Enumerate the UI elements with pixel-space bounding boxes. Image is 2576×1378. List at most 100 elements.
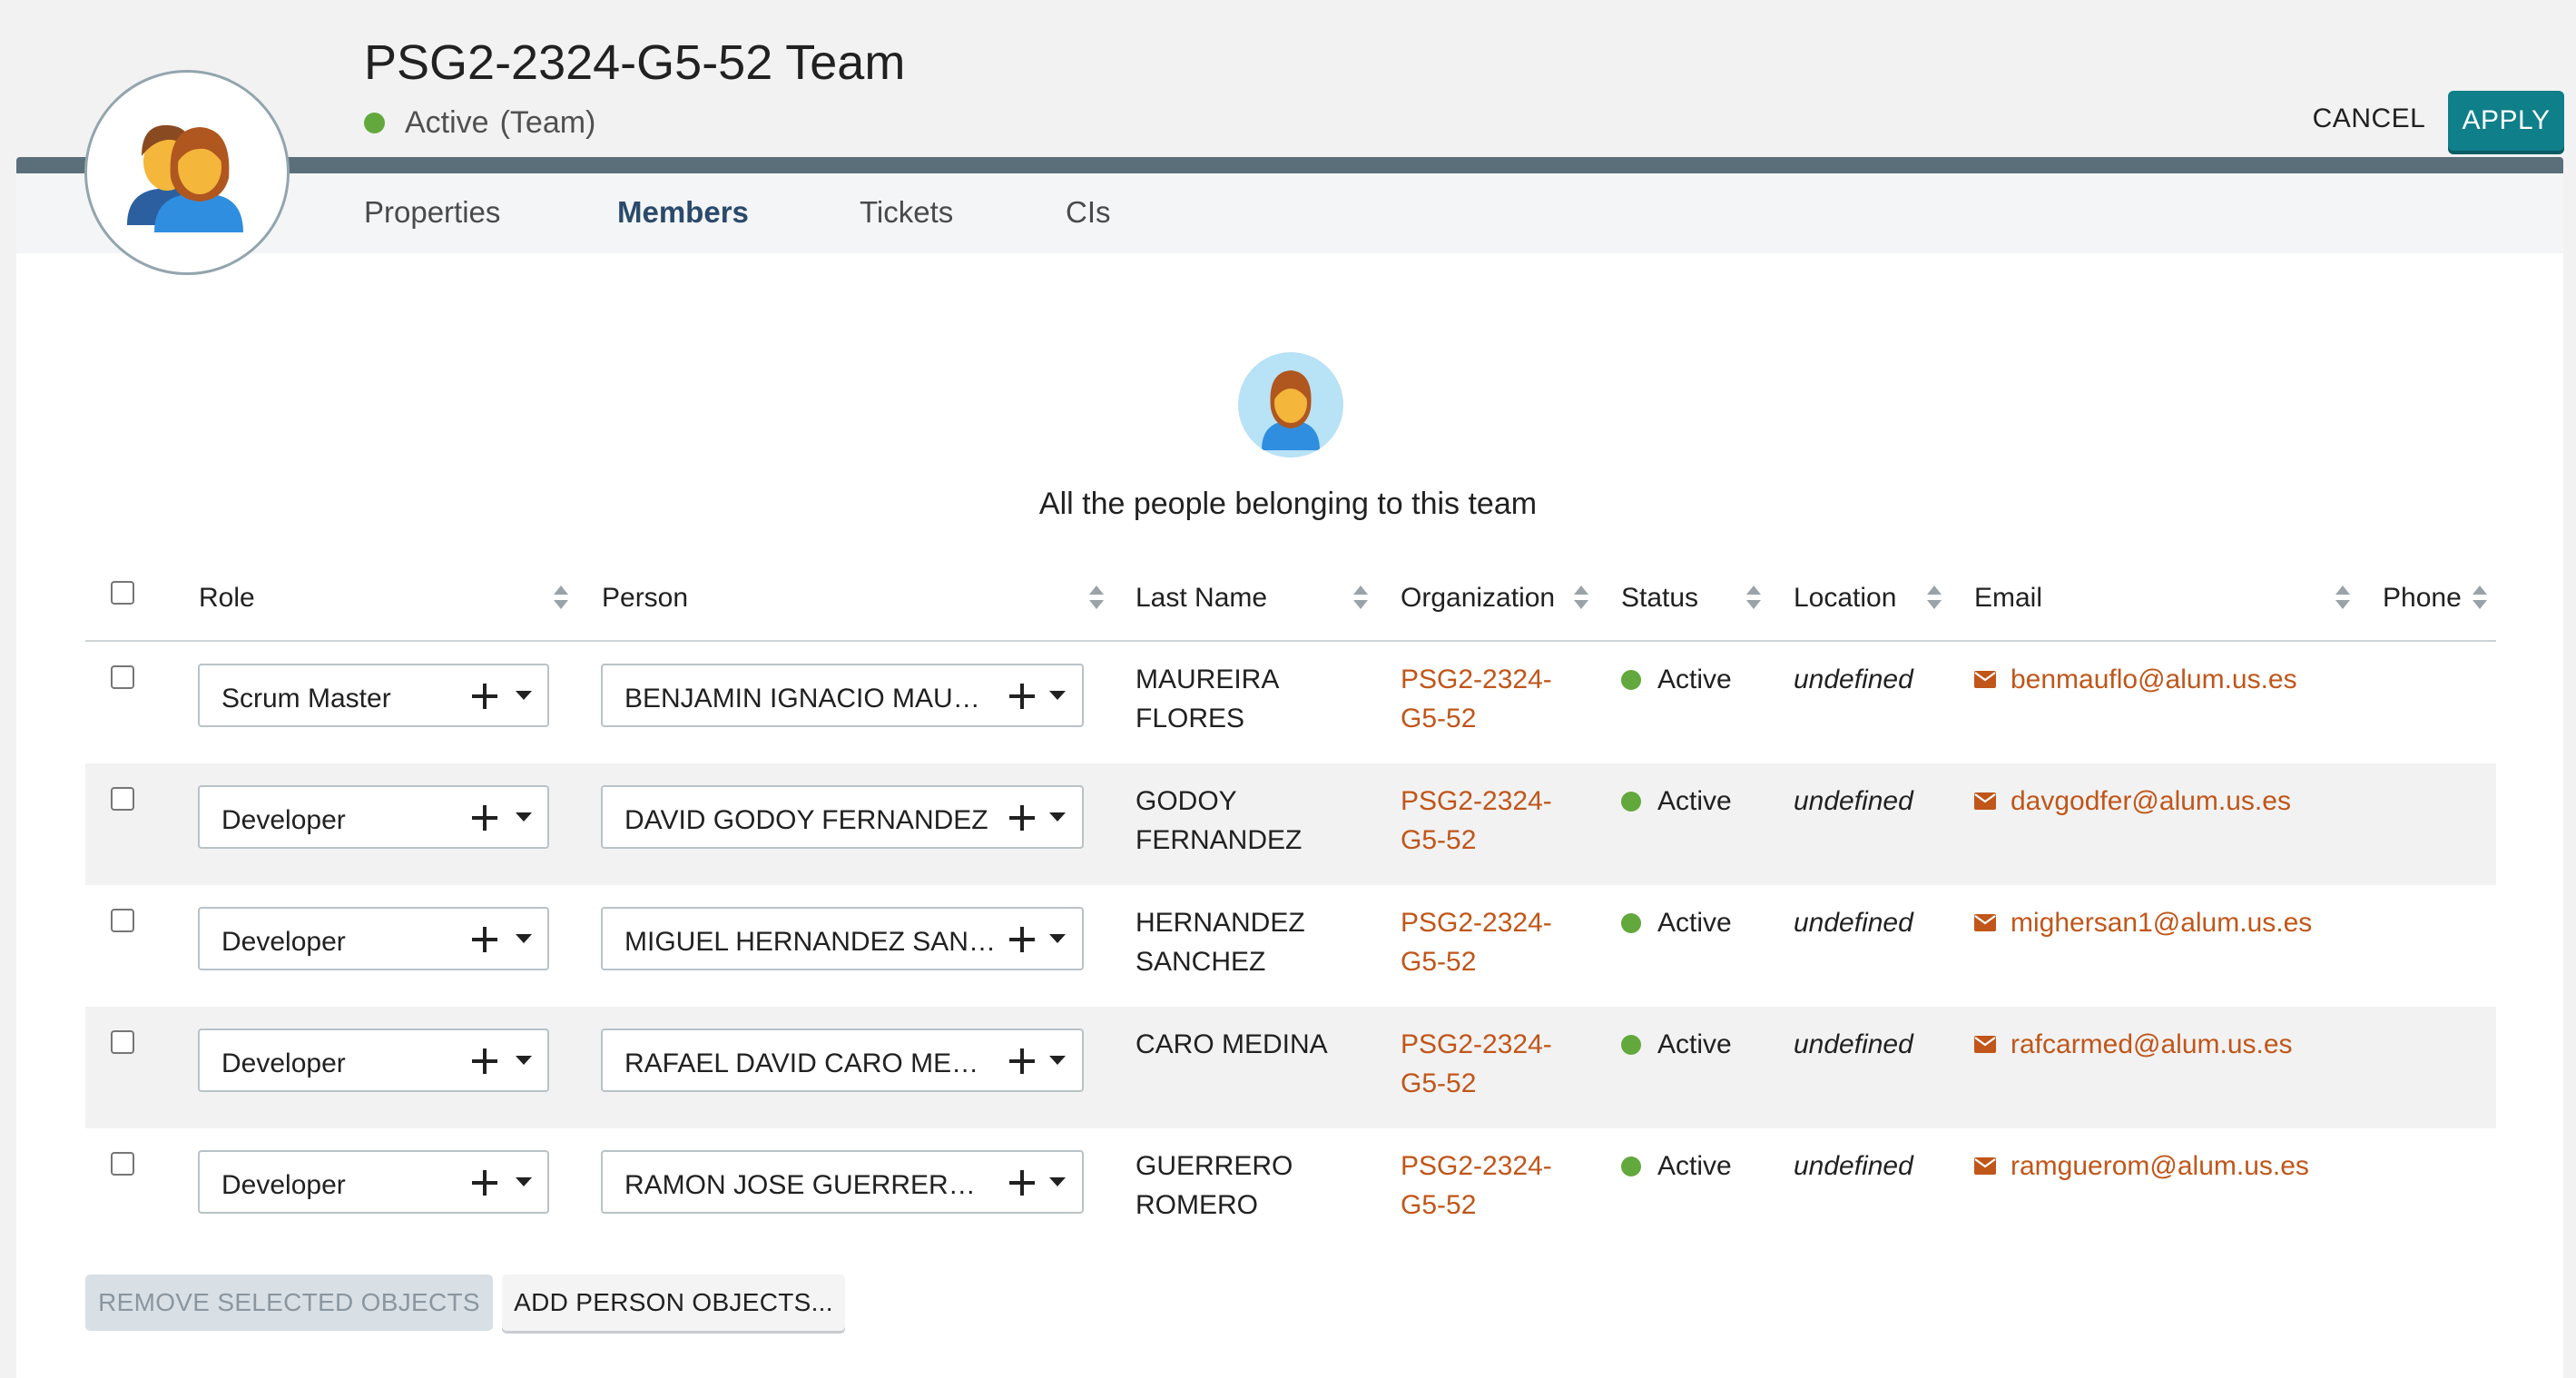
status-cell: Active [1621,782,1732,821]
row-checkbox[interactable] [111,1030,134,1054]
person-select[interactable]: RAMON JOSE GUERRERO RO… [601,1150,1084,1214]
last-name-cell: HERNANDEZ SANCHEZ [1136,908,1305,977]
tab-properties[interactable]: Properties [364,195,500,230]
column-header-person[interactable]: Person [602,583,688,614]
row-checkbox[interactable] [111,665,134,689]
tab-cis[interactable]: CIs [1066,195,1111,230]
page-title: PSG2-2324-G5-52 Team [364,35,906,90]
sort-icon[interactable] [2473,586,2487,609]
email-link[interactable]: mighersan1@alum.us.es [1974,903,2312,942]
location-cell: undefined [1794,1029,1913,1059]
column-header-organization[interactable]: Organization [1401,583,1555,614]
organization-link[interactable]: PSG2-2324- G5-52 [1401,903,1552,981]
role-dropdown-caret-icon[interactable] [516,691,532,700]
last-name-cell: GODOY FERNANDEZ [1136,786,1303,855]
add-role-plus-icon[interactable] [472,1048,497,1074]
apply-button[interactable]: APPLY [2448,91,2564,151]
status-dot-icon [1621,1034,1641,1055]
status-dot-icon [1621,912,1641,933]
email-link[interactable]: rafcarmed@alum.us.es [1974,1025,2293,1064]
person-value: RAFAEL DAVID CARO MEDINA [624,1048,997,1078]
person-select[interactable]: DAVID GODOY FERNANDEZ [601,785,1084,849]
table-row: Developer RAMON JOSE GUERRERO RO… GUERRE… [85,1128,2496,1250]
team-status: Active (Team) [364,105,595,141]
person-dropdown-caret-icon[interactable] [1049,934,1066,943]
sort-icon[interactable] [1089,586,1104,609]
role-select[interactable]: Developer [198,1029,549,1092]
table-row: Developer DAVID GODOY FERNANDEZ GODOY FER… [85,763,2496,885]
add-person-plus-icon[interactable] [1009,927,1035,952]
select-all-checkbox[interactable] [111,581,134,605]
person-select[interactable]: RAFAEL DAVID CARO MEDINA [601,1029,1084,1092]
add-person-plus-icon[interactable] [1009,805,1035,831]
add-person-objects-button[interactable]: ADD PERSON OBJECTS... [502,1275,845,1331]
column-header-location[interactable]: Location [1794,583,1896,614]
last-name-cell: MAUREIRA FLORES [1136,664,1280,733]
envelope-icon [1974,792,1996,810]
person-dropdown-caret-icon[interactable] [1049,812,1066,822]
last-name-cell: CARO MEDINA [1136,1029,1328,1059]
status-dot-icon [1621,1156,1641,1176]
sort-icon[interactable] [1574,586,1588,609]
person-dropdown-caret-icon[interactable] [1049,1177,1066,1186]
members-table: Role Person Last Name Organization Statu… [85,556,2496,1250]
email-link[interactable]: benmauflo@alum.us.es [1974,660,2297,699]
role-select[interactable]: Developer [198,785,549,849]
role-select[interactable]: Developer [198,1150,549,1214]
email-link[interactable]: davgodfer@alum.us.es [1974,782,2291,821]
status-cell: Active [1621,1025,1732,1064]
person-select[interactable]: MIGUEL HERNANDEZ SANCH… [601,907,1084,970]
location-cell: undefined [1794,908,1913,938]
last-name-cell: GUERRERO ROMERO [1136,1151,1293,1220]
role-dropdown-caret-icon[interactable] [516,812,532,822]
add-person-plus-icon[interactable] [1009,1048,1035,1074]
organization-link[interactable]: PSG2-2324- G5-52 [1401,782,1552,860]
row-checkbox[interactable] [111,909,134,932]
table-row: Developer MIGUEL HERNANDEZ SANCH… HERNAN… [85,885,2496,1007]
add-person-plus-icon[interactable] [1009,684,1035,709]
role-dropdown-caret-icon[interactable] [516,934,532,943]
add-role-plus-icon[interactable] [472,805,497,831]
organization-link[interactable]: PSG2-2324- G5-52 [1401,1147,1552,1225]
sort-icon[interactable] [2335,586,2350,609]
organization-link[interactable]: PSG2-2324- G5-52 [1401,660,1552,738]
role-dropdown-caret-icon[interactable] [516,1056,532,1065]
person-select[interactable]: BENJAMIN IGNACIO MAUREI… [601,664,1084,727]
role-select[interactable]: Scrum Master [198,664,549,727]
role-select[interactable]: Developer [198,907,549,970]
status-dot-icon [364,113,385,133]
column-header-status[interactable]: Status [1621,583,1698,614]
column-header-role[interactable]: Role [199,583,255,614]
sort-icon[interactable] [1746,586,1761,609]
tab-tickets[interactable]: Tickets [860,195,953,230]
email-link[interactable]: ramguerom@alum.us.es [1974,1147,2309,1186]
add-role-plus-icon[interactable] [472,927,497,952]
add-person-plus-icon[interactable] [1009,1170,1035,1196]
location-cell: undefined [1794,664,1913,694]
add-role-plus-icon[interactable] [472,1170,497,1196]
role-dropdown-caret-icon[interactable] [516,1177,532,1186]
role-value: Developer [221,927,346,957]
envelope-icon [1974,1157,1996,1175]
organization-link[interactable]: PSG2-2324- G5-52 [1401,1025,1552,1103]
tab-members[interactable]: Members [617,195,749,230]
row-checkbox[interactable] [111,787,134,811]
person-dropdown-caret-icon[interactable] [1049,691,1066,700]
table-header: Role Person Last Name Organization Statu… [85,556,2496,642]
person-value: RAMON JOSE GUERRERO RO… [624,1170,997,1200]
sort-icon[interactable] [554,586,568,609]
envelope-icon [1974,671,1996,688]
row-checkbox[interactable] [111,1152,134,1176]
add-role-plus-icon[interactable] [472,684,497,709]
column-header-phone[interactable]: Phone [2383,583,2462,614]
sort-icon[interactable] [1353,586,1368,609]
cancel-button[interactable]: CANCEL [2296,91,2442,147]
role-value: Developer [221,1170,346,1200]
column-header-last-name[interactable]: Last Name [1136,583,1267,614]
person-dropdown-caret-icon[interactable] [1049,1056,1066,1065]
column-header-email[interactable]: Email [1974,583,2042,614]
sort-icon[interactable] [1927,586,1942,609]
envelope-icon [1974,914,1996,931]
table-row: Developer RAFAEL DAVID CARO MEDINA CARO … [85,1007,2496,1128]
remove-selected-objects-button[interactable]: REMOVE SELECTED OBJECTS [85,1275,493,1331]
